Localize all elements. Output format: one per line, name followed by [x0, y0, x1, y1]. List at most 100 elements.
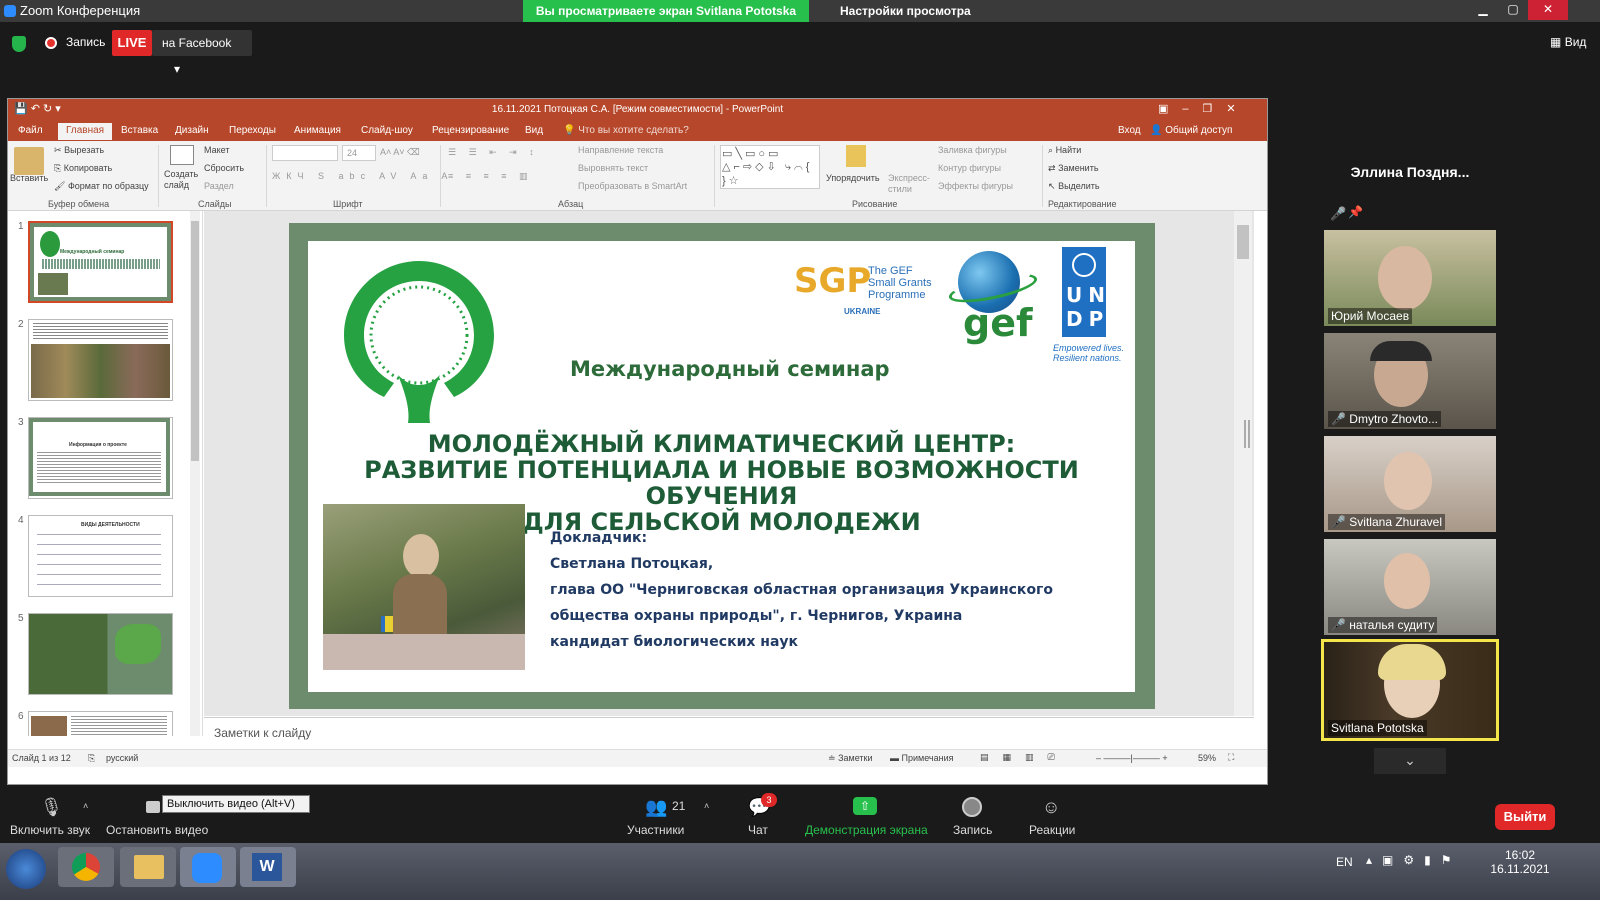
slide-thumbnail[interactable]: ВИДЫ ДЕЯТЕЛЬНОСТИ	[28, 515, 173, 597]
smartart-button[interactable]: Преобразовать в SmartArt	[578, 181, 687, 191]
copy-label: Копировать	[63, 163, 113, 173]
slide-thumbnail[interactable]	[28, 613, 173, 695]
participant-tile[interactable]: 🎤 Dmytro Zhovto...	[1324, 333, 1496, 429]
facebook-live-menu[interactable]: на Facebook ▾	[152, 30, 252, 76]
splitter-handle[interactable]	[1244, 420, 1250, 448]
start-button[interactable]	[6, 849, 46, 889]
caret-up-icon[interactable]: ˄	[83, 801, 88, 811]
tab-slideshow[interactable]: Слайд-шоу	[361, 125, 413, 136]
stop-video-button[interactable]: Остановить видео	[106, 823, 208, 837]
view-options-menu[interactable]: Настройки просмотра ⌄	[820, 0, 980, 40]
zoom-level[interactable]: 59%	[1198, 753, 1216, 763]
list-buttons[interactable]: ☰ ☰ ⇤ ⇥ ↕	[448, 147, 539, 158]
font-size-controls[interactable]: A˄ A˅ ⌫	[380, 147, 420, 158]
tab-animation[interactable]: Анимация	[294, 125, 341, 136]
align-text-button[interactable]: Выровнять текст	[578, 163, 648, 173]
participants-button[interactable]: Участники	[627, 823, 684, 837]
cut-button[interactable]: ✂ Вырезать	[54, 145, 104, 156]
format-painter-button[interactable]: 🖌 Формат по образцу	[54, 181, 149, 192]
zoom-slider[interactable]: – ———|——— +	[1096, 753, 1168, 763]
window-title: Zoom Конференция	[20, 3, 141, 18]
shape-outline-button[interactable]: Контур фигуры	[938, 163, 1001, 173]
slide-scrollbar[interactable]	[1234, 211, 1252, 716]
chrome-taskbar-button[interactable]	[58, 847, 114, 887]
close-button[interactable]: ✕	[1528, 0, 1568, 20]
reactions-button[interactable]: Реакции	[1029, 823, 1075, 837]
slide-thumbnail[interactable]	[28, 319, 173, 401]
view-mode-buttons[interactable]: ▤▦▥⎚	[980, 752, 1069, 763]
fit-slide-icon[interactable]: ⛶	[1228, 752, 1234, 763]
view-button[interactable]: ▦ Вид	[1550, 35, 1586, 49]
comments-toggle[interactable]: ▬ Примечания	[890, 753, 953, 763]
active-speaker-tile[interactable]: Svitlana Pototska	[1321, 639, 1499, 741]
explorer-taskbar-button[interactable]	[120, 847, 176, 887]
spellcheck-icon[interactable]: ⎘	[88, 753, 95, 764]
maximize-button[interactable]: ▢	[1498, 0, 1528, 20]
tab-insert[interactable]: Вставка	[121, 125, 158, 136]
unmute-button[interactable]: Включить звук	[10, 823, 90, 837]
scrollbar-thumb[interactable]	[191, 221, 199, 461]
word-icon: W	[252, 853, 282, 881]
shapes-gallery[interactable]: ▭╲▭○▭ △⌐⇨◇⇩ ⤷⌒{ }☆	[720, 145, 820, 189]
undp-tagline-line: Resilient nations.	[1053, 353, 1122, 363]
slide-thumbnail[interactable]	[28, 711, 173, 736]
chat-button[interactable]: Чат	[748, 823, 768, 837]
participant-tile[interactable]: Юрий Мосаев	[1324, 230, 1496, 326]
arrange-button[interactable]: Упорядочить	[826, 173, 880, 183]
pin-icon[interactable]: 📌	[1348, 205, 1363, 219]
find-button[interactable]: ⌕ Найти	[1048, 145, 1081, 156]
copy-button[interactable]: ⎘ Копировать	[54, 163, 112, 174]
leave-button[interactable]: Выйти	[1495, 804, 1555, 830]
gallery-scroll-down-button[interactable]: ⌄	[1374, 748, 1446, 774]
participant-tile[interactable]: 🎤 Svitlana Zhuravel	[1324, 436, 1496, 532]
participant-tile[interactable]: 🎤 наталья судиту	[1324, 539, 1496, 635]
login-link[interactable]: Вход	[1118, 125, 1141, 136]
paste-button[interactable]: Вставить	[10, 173, 48, 183]
share-screen-button[interactable]: Демонстрация экрана	[805, 823, 928, 837]
tab-home[interactable]: Главная	[58, 123, 113, 140]
notes-toggle[interactable]: ≐ Заметки	[828, 753, 873, 764]
font-size-field[interactable]: 24	[342, 145, 376, 161]
seminar-title: Международный семинар	[570, 357, 890, 381]
shape-effects-button[interactable]: Эффекты фигуры	[938, 181, 1013, 191]
word-taskbar-button[interactable]: W	[240, 847, 296, 887]
quick-styles-button[interactable]: Экспресс-стили	[888, 173, 934, 195]
share-ppt-button[interactable]: 👤 Общий доступ	[1150, 125, 1232, 136]
align-buttons[interactable]: ≡ ≡ ≡ ≡ ▥	[448, 171, 533, 182]
view-options-label: Настройки просмотра	[840, 4, 971, 18]
notes-pane[interactable]: Заметки к слайду	[204, 717, 1254, 743]
language-label[interactable]: русский	[106, 753, 138, 763]
shape-fill-button[interactable]: Заливка фигуры	[938, 145, 1007, 155]
record-label[interactable]: Запись	[66, 35, 105, 49]
reset-button[interactable]: Сбросить	[204, 163, 244, 173]
caret-up-icon[interactable]: ˄	[704, 801, 709, 811]
record-button[interactable]: Запись	[953, 823, 992, 837]
minimize-button[interactable]: ▁	[1468, 0, 1498, 20]
zoom-taskbar-button[interactable]	[180, 847, 236, 887]
sgp-sub-line: Programme	[868, 289, 926, 301]
share-banner: Вы просматриваете экран Svitlana Pototsk…	[523, 0, 809, 22]
replace-button[interactable]: ⇄ Заменить	[1048, 163, 1099, 174]
shield-icon[interactable]	[12, 36, 26, 52]
select-button[interactable]: ↖ Выделить	[1048, 181, 1100, 192]
tab-review[interactable]: Рецензирование	[432, 125, 509, 136]
tab-file[interactable]: Файл	[18, 125, 43, 136]
section-button[interactable]: Раздел	[204, 181, 234, 191]
font-name-field[interactable]	[272, 145, 338, 161]
new-slide-button[interactable]: Создать слайд	[164, 169, 200, 191]
thumbnails-scrollbar[interactable]	[190, 211, 200, 736]
text-direction-button[interactable]: Направление текста	[578, 145, 663, 155]
scrollbar-thumb[interactable]	[1237, 225, 1249, 259]
layout-button[interactable]: Макет	[204, 145, 229, 155]
tell-me-search[interactable]: 💡 Что вы хотите сделать?	[563, 125, 689, 136]
slide-thumbnail[interactable]: Информация о проекте	[28, 417, 173, 499]
ppt-window-controls[interactable]: ▣–❐✕	[1158, 102, 1250, 115]
clock[interactable]: 16:02 16.11.2021	[1490, 848, 1550, 876]
language-indicator[interactable]: EN	[1336, 855, 1353, 869]
tab-design[interactable]: Дизайн	[175, 125, 209, 136]
slide-thumbnail[interactable]: Международный семинар	[28, 221, 173, 303]
tab-view[interactable]: Вид	[525, 125, 543, 136]
font-style-buttons[interactable]: ЖКЧ S abc AV Aa A	[272, 171, 453, 181]
tab-transitions[interactable]: Переходы	[229, 125, 276, 136]
tray-icons[interactable]: ▴▣⚙▮⚑	[1366, 853, 1461, 867]
